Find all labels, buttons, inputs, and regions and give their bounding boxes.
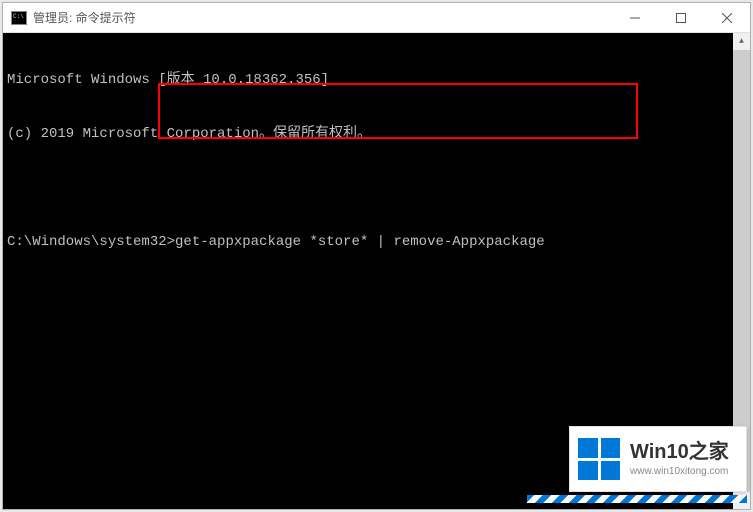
- command-text: get-appxpackage *store* | remove-Appxpac…: [175, 234, 545, 250]
- windows-logo-icon: [578, 438, 620, 480]
- watermark-title: Win10之家: [630, 439, 729, 465]
- close-button[interactable]: [704, 3, 750, 32]
- titlebar[interactable]: 管理员: 命令提示符: [3, 3, 750, 33]
- prompt-line: C:\Windows\system32>get-appxpackage *sto…: [7, 233, 746, 251]
- scroll-up-button[interactable]: ▲: [733, 33, 750, 50]
- window-title: 管理员: 命令提示符: [33, 9, 612, 26]
- cmd-icon: [11, 11, 27, 25]
- prompt-path: C:\Windows\system32>: [7, 234, 175, 250]
- watermark-stripe: [527, 495, 747, 503]
- window-controls: [612, 3, 750, 32]
- version-line: Microsoft Windows [版本 10.0.18362.356]: [7, 71, 746, 89]
- watermark-text: Win10之家 www.win10xitong.com: [630, 439, 729, 479]
- minimize-button[interactable]: [612, 3, 658, 32]
- maximize-button[interactable]: [658, 3, 704, 32]
- blank-line: [7, 179, 746, 197]
- watermark-url: www.win10xitong.com: [630, 465, 729, 479]
- copyright-line: (c) 2019 Microsoft Corporation。保留所有权利。: [7, 125, 746, 143]
- watermark-badge: Win10之家 www.win10xitong.com: [569, 426, 747, 492]
